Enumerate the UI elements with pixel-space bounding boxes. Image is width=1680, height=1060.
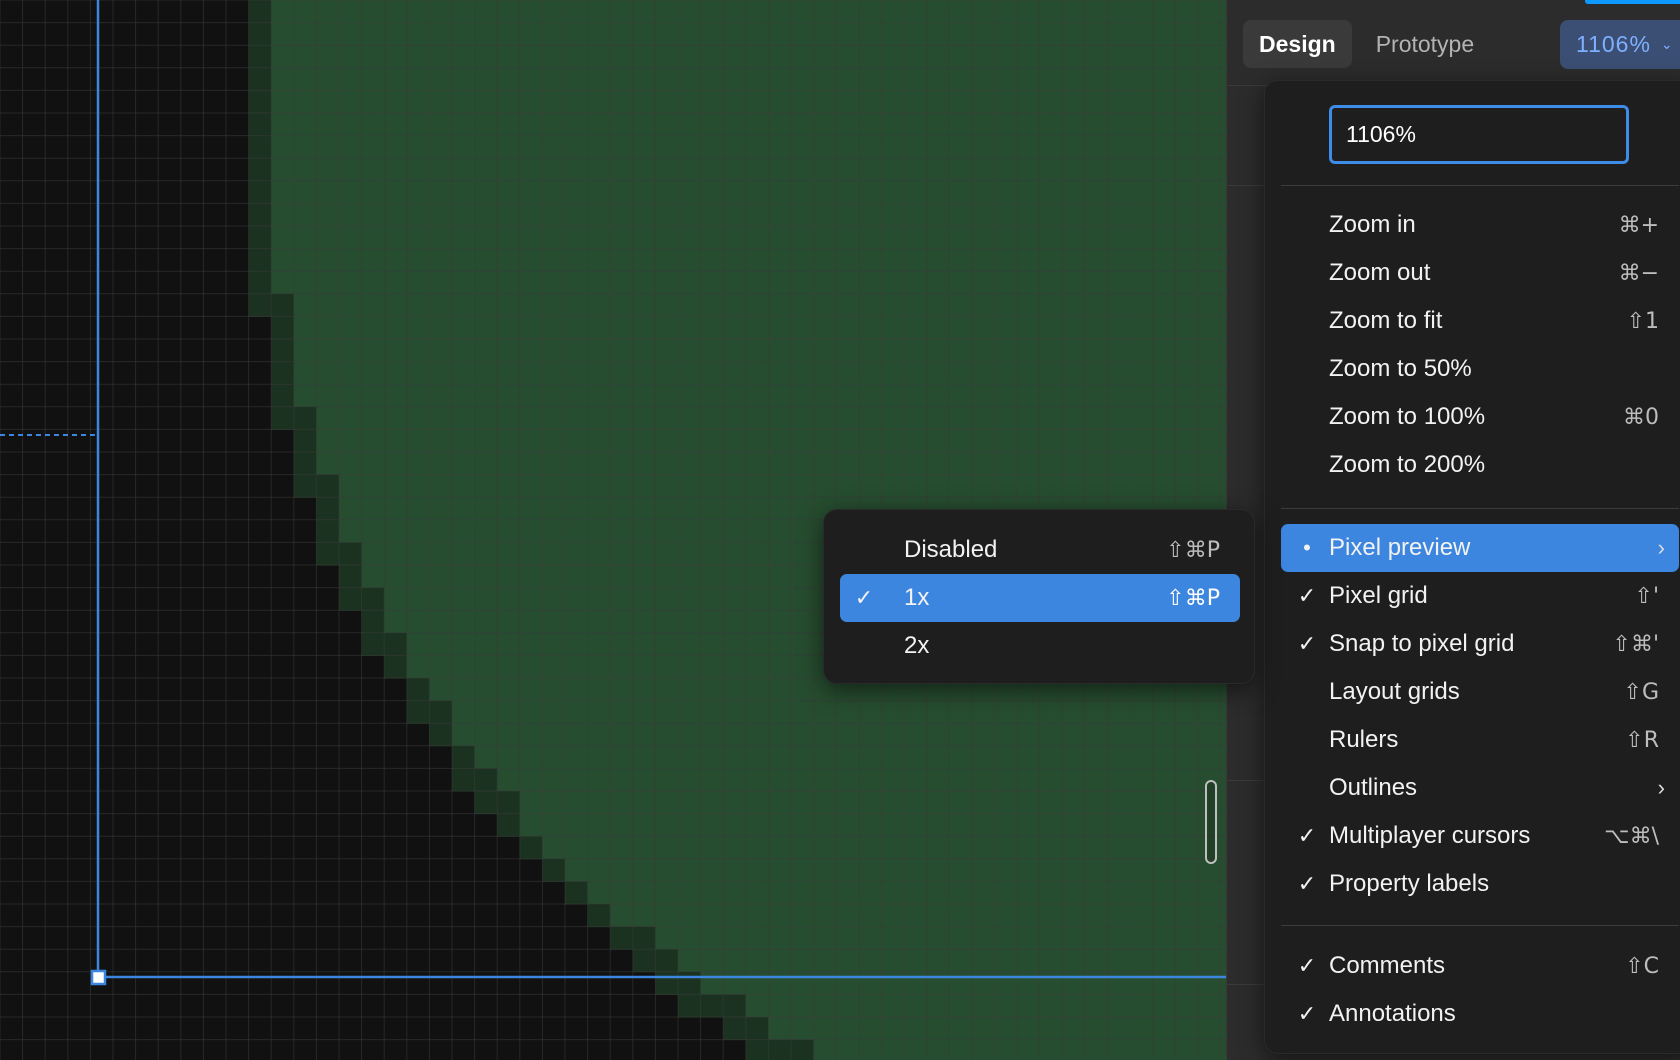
menu-divider [1281, 508, 1679, 509]
checkmark-icon: ✓ [1297, 1001, 1317, 1026]
bullet-icon: • [1303, 535, 1311, 560]
menu-item-multiplayer-cursors[interactable]: ✓ Multiplayer cursors ⌥⌘\ [1281, 812, 1679, 860]
shortcut-hint: ⇧⌘P [1166, 585, 1220, 611]
menu-item-comments[interactable]: ✓ Comments ⇧C [1281, 942, 1679, 990]
menu-item-zoom-to-100[interactable]: Zoom to 100% ⌘0 [1281, 393, 1679, 441]
menu-item-layout-grids[interactable]: Layout grids ⇧G [1281, 668, 1679, 716]
menu-divider [1281, 185, 1679, 186]
shortcut-hint: ⌘− [1618, 260, 1659, 286]
menu-item-label: Pixel grid [1329, 582, 1428, 609]
shortcut-hint: ⇧' [1634, 583, 1659, 609]
menu-item-zoom-to-200[interactable]: Zoom to 200% [1281, 441, 1679, 489]
chevron-right-icon: › [1657, 535, 1665, 560]
menu-item-1x[interactable]: ✓ 1x ⇧⌘P [840, 574, 1240, 622]
menu-item-snap-to-pixel-grid[interactable]: ✓ Snap to pixel grid ⇧⌘' [1281, 620, 1679, 668]
pixel-preview-submenu: Disabled ⇧⌘P ✓ 1x ⇧⌘P 2x [823, 509, 1255, 684]
menu-item-label: Zoom out [1329, 259, 1431, 286]
panel-tabs: Design Prototype [1243, 20, 1490, 68]
menu-item-label: Outlines [1329, 774, 1418, 801]
checkmark-icon: ✓ [1297, 871, 1317, 896]
menu-item-disabled[interactable]: Disabled ⇧⌘P [840, 526, 1240, 574]
menu-item-zoom-to-50[interactable]: Zoom to 50% [1281, 345, 1679, 393]
shortcut-hint: ⇧G [1623, 679, 1659, 705]
chevron-right-icon: › [1657, 775, 1665, 800]
shortcut-hint: ⌥⌘\ [1604, 823, 1659, 849]
menu-item-pixel-grid[interactable]: ✓ Pixel grid ⇧' [1281, 572, 1679, 620]
menu-item-label: Annotations [1329, 1000, 1456, 1027]
menu-item-zoom-in[interactable]: Zoom in ⌘+ [1281, 201, 1679, 249]
menu-item-label: 1x [904, 584, 930, 611]
menu-item-annotations[interactable]: ✓ Annotations [1281, 990, 1679, 1038]
menu-item-label: Snap to pixel grid [1329, 630, 1515, 657]
shortcut-hint: ⇧C [1625, 953, 1659, 979]
shortcut-hint: ⇧⌘P [1166, 537, 1220, 563]
menu-item-label: 2x [904, 632, 930, 659]
menu-item-label: Rulers [1329, 726, 1399, 753]
zoom-dropdown-button[interactable]: 1106% ⌄ [1560, 20, 1680, 69]
menu-item-label: Zoom to 50% [1329, 355, 1472, 382]
shortcut-hint: ⇧1 [1626, 308, 1659, 334]
menu-item-zoom-out[interactable]: Zoom out ⌘− [1281, 249, 1679, 297]
zoom-view-menu: Zoom in⌘+Zoom out⌘−Zoom to fit⇧1Zoom to … [1264, 80, 1680, 1054]
menu-item-label: Zoom to fit [1329, 307, 1443, 334]
zoom-percent-input[interactable] [1329, 105, 1629, 164]
active-accent-bar [1585, 0, 1680, 4]
menu-item-label: Disabled [904, 536, 998, 563]
tab-prototype[interactable]: Prototype [1360, 20, 1490, 68]
checkmark-icon: ✓ [1297, 631, 1317, 656]
menu-item-label: Zoom to 200% [1329, 451, 1486, 478]
shortcut-hint: ⌘+ [1618, 212, 1659, 238]
chevron-down-icon: ⌄ [1660, 36, 1674, 52]
checkmark-icon: ✓ [1297, 823, 1317, 848]
tab-design[interactable]: Design [1243, 20, 1352, 68]
menu-item-label: Layout grids [1329, 678, 1460, 705]
menu-item-property-labels[interactable]: ✓ Property labels [1281, 860, 1679, 908]
zoom-level-label: 1106% [1576, 31, 1651, 57]
canvas-scrollbar-thumb[interactable] [1205, 780, 1217, 864]
menu-divider [1281, 925, 1679, 926]
menu-item-label: Property labels [1329, 870, 1490, 897]
menu-item-pixel-preview[interactable]: • Pixel preview › [1281, 524, 1679, 572]
menu-item-label: Comments [1329, 952, 1446, 979]
checkmark-icon: ✓ [1297, 953, 1317, 978]
shortcut-hint: ⇧⌘' [1612, 631, 1659, 657]
checkmark-icon: ✓ [854, 585, 874, 610]
menu-item-2x[interactable]: 2x [840, 622, 1240, 670]
menu-item-outlines[interactable]: Outlines › [1281, 764, 1679, 812]
menu-item-rulers[interactable]: Rulers ⇧R [1281, 716, 1679, 764]
shortcut-hint: ⇧R [1625, 727, 1659, 753]
checkmark-icon: ✓ [1297, 583, 1317, 608]
menu-item-label: Pixel preview [1329, 534, 1471, 561]
shortcut-hint: ⌘0 [1623, 404, 1659, 430]
menu-item-label: Multiplayer cursors [1329, 822, 1531, 849]
menu-item-label: Zoom to 100% [1329, 403, 1486, 430]
menu-item-label: Zoom in [1329, 211, 1416, 238]
menu-item-zoom-to-fit[interactable]: Zoom to fit ⇧1 [1281, 297, 1679, 345]
